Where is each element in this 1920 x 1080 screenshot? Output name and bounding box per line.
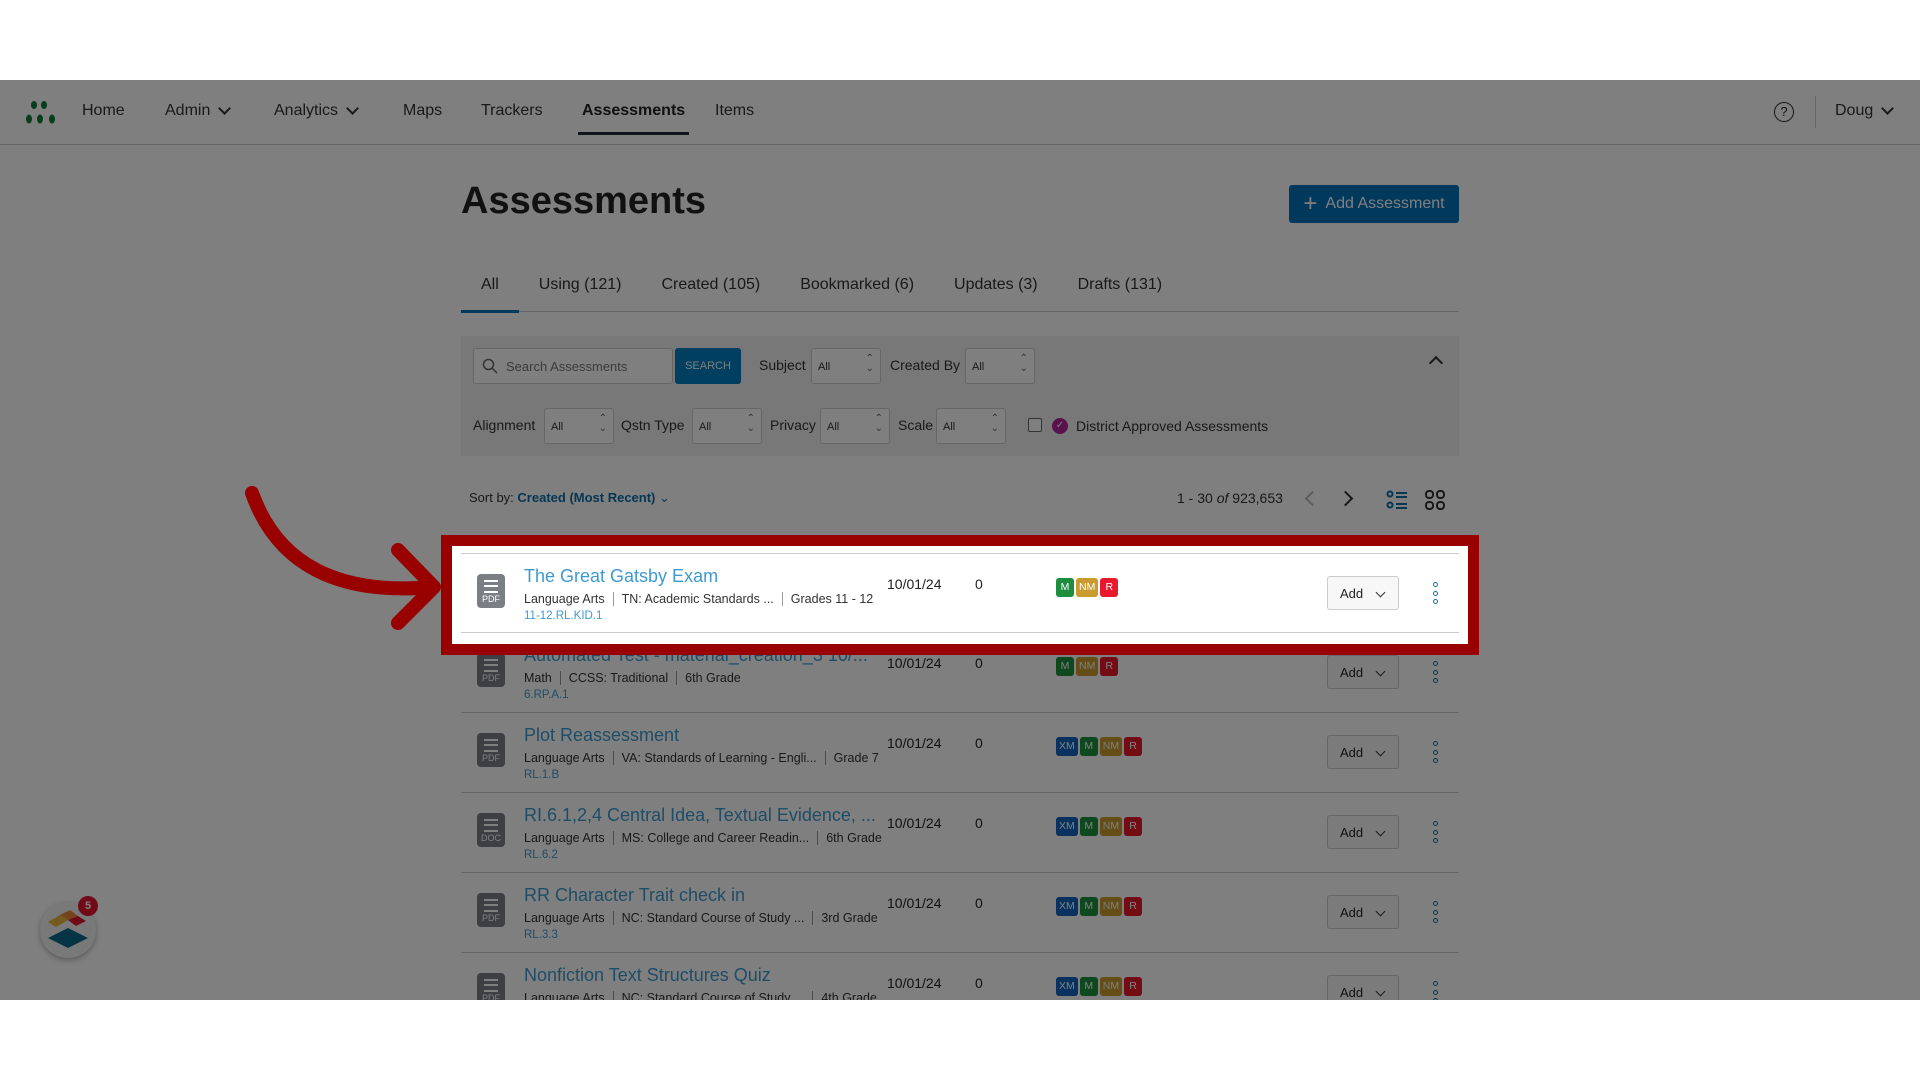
pdf-file-icon: PDF: [477, 574, 505, 608]
usage-count: 0: [975, 576, 983, 592]
assessment-title-link[interactable]: The Great Gatsby Exam: [524, 566, 718, 587]
assessment-meta: Language Arts TN: Academic Standards ... G…: [524, 592, 873, 606]
scale-badge-m: M: [1056, 578, 1074, 597]
subject: Language Arts: [524, 592, 605, 606]
scale-badge-r: R: [1100, 578, 1119, 597]
scale-badge-nm: NM: [1076, 578, 1099, 597]
standard-code-link[interactable]: 11-12.RL.KID.1: [524, 610, 602, 622]
created-date: 10/01/24: [887, 576, 942, 592]
scale-badges: MNMR: [1056, 578, 1119, 597]
add-dropdown-button[interactable]: Add: [1327, 576, 1399, 610]
grade: Grades 11 - 12: [781, 592, 873, 606]
app-screen: Home Admin Analytics Maps Trackers Asses…: [0, 80, 1920, 1000]
standard-set: TN: Academic Standards ...: [612, 592, 774, 606]
more-options-icon[interactable]: [1433, 582, 1439, 604]
table-row[interactable]: PDF The Great Gatsby Exam Language Arts TN:…: [461, 553, 1459, 633]
